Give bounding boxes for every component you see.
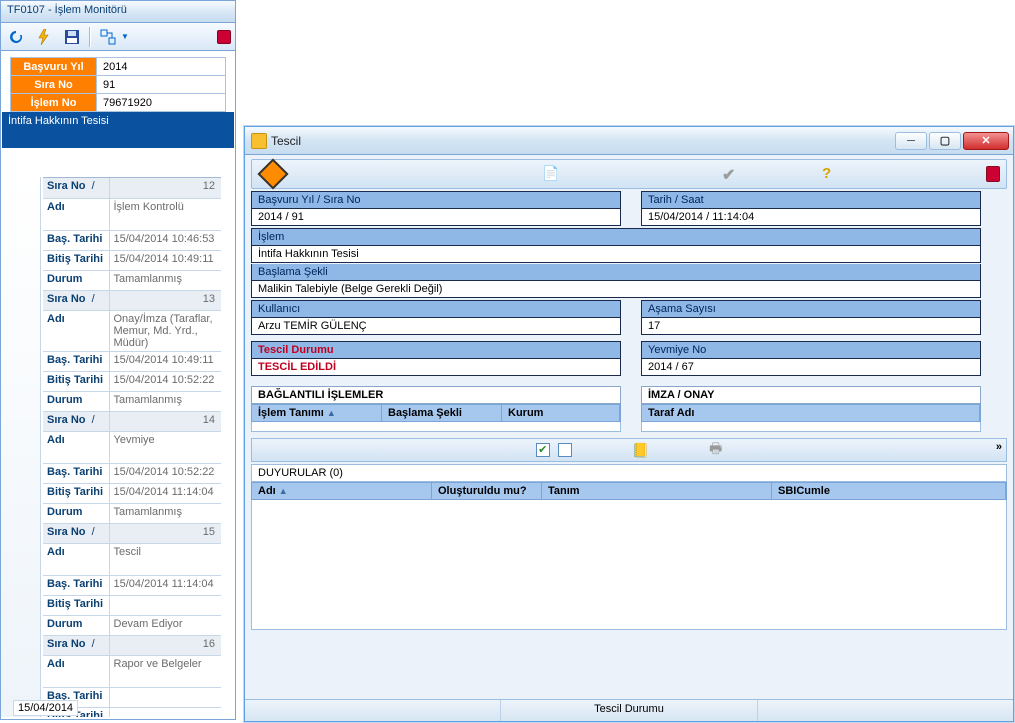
document-icon[interactable] [542, 165, 560, 183]
check-icon[interactable] [722, 165, 740, 183]
tescil-titlebar[interactable]: Tescil ─ ▢ ✕ [245, 127, 1013, 155]
tescil-durumu-label: Tescil Durumu [252, 342, 620, 359]
step-row[interactable]: DurumTamamlanmış [43, 503, 221, 523]
yevmiye-no-label: Yevmiye No [642, 342, 980, 359]
col-baslama-sekli[interactable]: Başlama Şekli [382, 405, 502, 421]
minimize-button[interactable]: ─ [895, 132, 927, 150]
basvuru-sira-value: 2014 / 91 [252, 209, 620, 225]
exit-door-icon[interactable] [986, 166, 1000, 182]
monitor-toolbar: ▼ [1, 23, 235, 51]
footer-date: 15/04/2014 [13, 700, 78, 716]
yevmiye-no-value: 2014 / 67 [642, 359, 980, 375]
step-row[interactable]: DurumTamamlanmış [43, 270, 221, 290]
window-icon [251, 133, 267, 149]
col-adi[interactable]: Adı ▲ [252, 483, 432, 499]
status-bar: Tescil Durumu [245, 699, 1013, 721]
step-row[interactable]: Sıra No /14 [43, 411, 221, 431]
monitor-window: TF0107 - İşlem Monitörü ▼ Başvuru Yıl 20… [0, 0, 236, 720]
side-splitter[interactable] [1, 177, 41, 717]
duyuru-toolbar: » [251, 438, 1007, 462]
step-row[interactable]: Sıra No /15 [43, 523, 221, 543]
step-row[interactable]: AdıRapor ve Belgeler [43, 655, 221, 687]
tescil-title: Tescil [271, 134, 301, 148]
basvuru-sira-label: Başvuru Yıl / Sıra No [252, 192, 620, 209]
status-cell-2: Tescil Durumu [501, 700, 757, 721]
step-row[interactable]: AdıYevmiye [43, 431, 221, 463]
help-icon[interactable] [822, 165, 840, 183]
step-row[interactable]: DurumTamamlanmış [43, 391, 221, 411]
imza-onay-header[interactable]: Taraf Adı [641, 404, 981, 422]
tescil-window: Tescil ─ ▢ ✕ Başvuru Yıl / Sıra No 2014 … [244, 126, 1014, 722]
toolbar-separator [89, 27, 91, 47]
process-name-bar: İntifa Hakkının Tesisi [2, 112, 234, 148]
layout-icon[interactable] [97, 26, 119, 48]
folder-icon[interactable] [632, 442, 649, 459]
tescil-toolbar [251, 159, 1007, 189]
lightning-icon[interactable] [33, 26, 55, 48]
islem-value: İntifa Hakkının Tesisi [252, 246, 980, 262]
col-kurum[interactable]: Kurum [502, 405, 620, 421]
col-olusturuldu[interactable]: Oluşturuldu mu? [432, 483, 542, 499]
step-row[interactable]: Bitiş Tarihi15/04/2014 10:52:22 [43, 371, 221, 391]
monitor-title: TF0107 - İşlem Monitörü [1, 1, 235, 23]
step-list-panel[interactable]: Sıra No /12Adıİşlem KontrolüBaş. Tarihi1… [43, 177, 221, 717]
baslama-sekli-label: Başlama Şekli [252, 264, 980, 281]
baglantili-islemler-title: BAĞLANTILI İŞLEMLER [251, 386, 621, 404]
baglantili-islemler-header[interactable]: İşlem Tanımı ▲ Başlama Şekli Kurum [251, 404, 621, 422]
kullanici-value: Arzu TEMİR GÜLENÇ [252, 318, 620, 334]
baslama-sekli-value: Malikin Talebiyle (Belge Gerekli Değil) [252, 281, 980, 297]
imza-onay-body[interactable] [641, 422, 981, 432]
step-row[interactable]: Baş. Tarihi15/04/2014 11:14:04 [43, 575, 221, 595]
col-sbicumle[interactable]: SBICumle [772, 483, 1006, 499]
duyurular-title: DUYURULAR (0) [251, 464, 1007, 482]
step-row[interactable]: AdıOnay/İmza (Taraflar, Memur, Md. Yrd.,… [43, 310, 221, 351]
step-row[interactable]: Bitiş Tarihi15/04/2014 10:49:11 [43, 250, 221, 270]
step-row[interactable]: AdıTescil [43, 543, 221, 575]
step-row[interactable]: Baş. Tarihi15/04/2014 10:52:22 [43, 463, 221, 483]
print-icon[interactable] [709, 438, 722, 462]
close-button[interactable]: ✕ [963, 132, 1009, 150]
summary-table: Başvuru Yıl 2014 Sıra No 91 İşlem No 796… [10, 57, 226, 112]
tescil-durumu-value: TESCİL EDİLDİ [252, 359, 620, 375]
tarih-saat-value: 15/04/2014 / 11:14:04 [642, 209, 980, 225]
step-row[interactable]: Sıra No /12 [43, 178, 221, 198]
tarih-saat-label: Tarih / Saat [642, 192, 980, 209]
step-row[interactable]: Baş. Tarihi15/04/2014 10:49:11 [43, 351, 221, 371]
maximize-button[interactable]: ▢ [929, 132, 961, 150]
diamond-icon[interactable] [257, 158, 288, 189]
checkbox-unchecked[interactable] [558, 443, 572, 457]
checkbox-checked[interactable] [536, 443, 550, 457]
step-row[interactable]: Bitiş Tarihi [43, 595, 221, 615]
step-row[interactable]: Sıra No /13 [43, 290, 221, 310]
baglantili-islemler-body[interactable] [251, 422, 621, 432]
status-cell-1 [245, 700, 501, 721]
sira-no-value: 91 [97, 76, 226, 94]
col-islem-tanimi[interactable]: İşlem Tanımı ▲ [252, 405, 382, 421]
step-row[interactable]: Adıİşlem Kontrolü [43, 198, 221, 230]
more-button[interactable]: » [996, 441, 1002, 453]
step-row[interactable]: Sıra No /16 [43, 635, 221, 655]
basvuru-yil-label: Başvuru Yıl [11, 58, 97, 76]
duyurular-body[interactable] [251, 500, 1007, 630]
step-row[interactable]: DurumDevam Ediyor [43, 615, 221, 635]
imza-onay-title: İMZA / ONAY [641, 386, 981, 404]
basvuru-yil-value: 2014 [97, 58, 226, 76]
col-tanim[interactable]: Tanım [542, 483, 772, 499]
asama-sayisi-value: 17 [642, 318, 980, 334]
step-row[interactable]: Bitiş Tarihi15/04/2014 11:14:04 [43, 483, 221, 503]
kullanici-label: Kullanıcı [252, 301, 620, 318]
duyurular-header[interactable]: Adı ▲ Oluşturuldu mu? Tanım SBICumle [251, 482, 1007, 500]
asama-sayisi-label: Aşama Sayısı [642, 301, 980, 318]
exit-icon[interactable] [217, 30, 231, 44]
step-row[interactable]: Baş. Tarihi15/04/2014 10:46:53 [43, 230, 221, 250]
sira-no-label: Sıra No [11, 76, 97, 94]
islem-no-label: İşlem No [11, 94, 97, 112]
islem-no-value: 79671920 [97, 94, 226, 112]
status-cell-3 [758, 700, 1013, 721]
dropdown-arrow-icon[interactable]: ▼ [121, 32, 129, 41]
col-taraf-adi[interactable]: Taraf Adı [642, 405, 980, 421]
refresh-icon[interactable] [5, 26, 27, 48]
islem-label: İşlem [252, 229, 980, 246]
save-icon[interactable] [61, 26, 83, 48]
